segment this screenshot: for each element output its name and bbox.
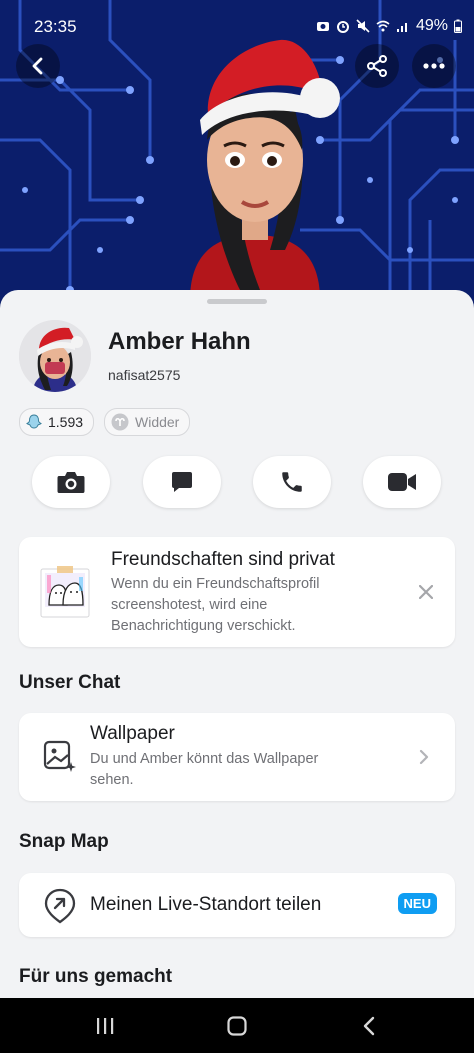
call-button[interactable] <box>253 456 331 508</box>
share-button[interactable] <box>355 44 399 88</box>
share-icon <box>367 55 387 77</box>
wallpaper-sparkle-icon <box>43 740 76 772</box>
home-icon[interactable] <box>227 1016 247 1036</box>
section-title-fuer-uns-gemacht: Für uns gemacht <box>19 966 173 987</box>
privacy-description-line: Benachrichtigung verschickt. <box>111 618 296 634</box>
snapscore-value: 1.593 <box>48 414 84 430</box>
bitmoji-hero-image <box>190 39 340 300</box>
chat-button[interactable] <box>143 456 221 508</box>
battery-icon <box>454 19 462 33</box>
section-title-snap-map: Snap Map <box>19 831 109 852</box>
bitmoji-avatar-image <box>19 320 91 392</box>
aries-zodiac-icon <box>111 413 129 431</box>
camera-status-icon <box>316 22 329 31</box>
privacy-description-line: Wenn du ein Freundschaftsprofil <box>111 576 320 592</box>
video-camera-icon <box>388 473 416 491</box>
ghost-icon <box>26 414 42 429</box>
zodiac-label: Widder <box>135 414 180 430</box>
status-time: 23:35 <box>34 17 77 36</box>
profile-name: Amber Hahn <box>108 328 251 355</box>
camera-icon <box>57 472 85 493</box>
more-dots-icon <box>423 63 445 69</box>
wallpaper-description-line: sehen. <box>90 772 134 788</box>
wallpaper-description: Du und Amber könnt das Wallpaper sehen. <box>90 749 318 791</box>
status-bar: 23:35 49% <box>0 0 474 54</box>
alarm-icon <box>336 21 349 33</box>
profile-username: nafisat2575 <box>108 367 181 383</box>
friendship-privacy-card: Freundschaften sind privat Wenn du ein F… <box>19 537 455 647</box>
video-call-button[interactable] <box>363 456 441 508</box>
snapscore-badge[interactable]: 1.593 <box>19 408 95 436</box>
wallpaper-card[interactable]: Wallpaper Du und Amber könnt das Wallpap… <box>19 713 455 801</box>
more-options-button[interactable] <box>412 44 456 88</box>
polaroid-friends-icon <box>40 566 90 618</box>
back-button[interactable] <box>16 44 60 88</box>
zodiac-badge[interactable]: Widder <box>104 408 191 436</box>
chevron-left-icon <box>32 57 43 75</box>
profile-header-banner: 23:35 49% <box>0 0 474 310</box>
new-badge: NEU <box>397 893 437 914</box>
chevron-right-icon <box>419 749 429 765</box>
recents-icon[interactable] <box>95 1017 115 1035</box>
dismiss-privacy-button[interactable] <box>415 581 437 603</box>
wallpaper-description-line: Du und Amber könnt das Wallpaper <box>90 751 319 767</box>
section-title-unser-chat: Unser Chat <box>19 672 121 693</box>
chat-bubble-icon <box>172 472 192 492</box>
privacy-description: Wenn du ein Freundschaftsprofil screensh… <box>111 574 320 637</box>
avatar[interactable] <box>19 320 91 392</box>
back-icon[interactable] <box>362 1016 376 1036</box>
share-location-title: Meinen Live-Standort teilen <box>90 894 322 915</box>
status-icons: 49% <box>316 17 462 35</box>
sheet-grabber-handle[interactable] <box>207 299 267 304</box>
mute-icon <box>356 19 370 33</box>
location-pin-arrow-icon <box>44 888 76 924</box>
battery-percent: 49% <box>415 17 448 34</box>
wallpaper-title: Wallpaper <box>90 723 175 744</box>
phone-icon <box>282 472 302 492</box>
close-icon <box>419 585 433 599</box>
camera-button[interactable] <box>32 456 110 508</box>
profile-sheet: Amber Hahn nafisat2575 1.593 Widder Freu… <box>0 290 474 998</box>
signal-icon <box>396 23 407 32</box>
privacy-description-line: screenshotest, wird eine <box>111 597 268 613</box>
privacy-title: Freundschaften sind privat <box>111 549 335 570</box>
system-navigation-bar <box>0 998 474 1053</box>
wifi-icon <box>376 20 390 32</box>
share-live-location-card[interactable]: Meinen Live-Standort teilen NEU <box>19 873 455 937</box>
